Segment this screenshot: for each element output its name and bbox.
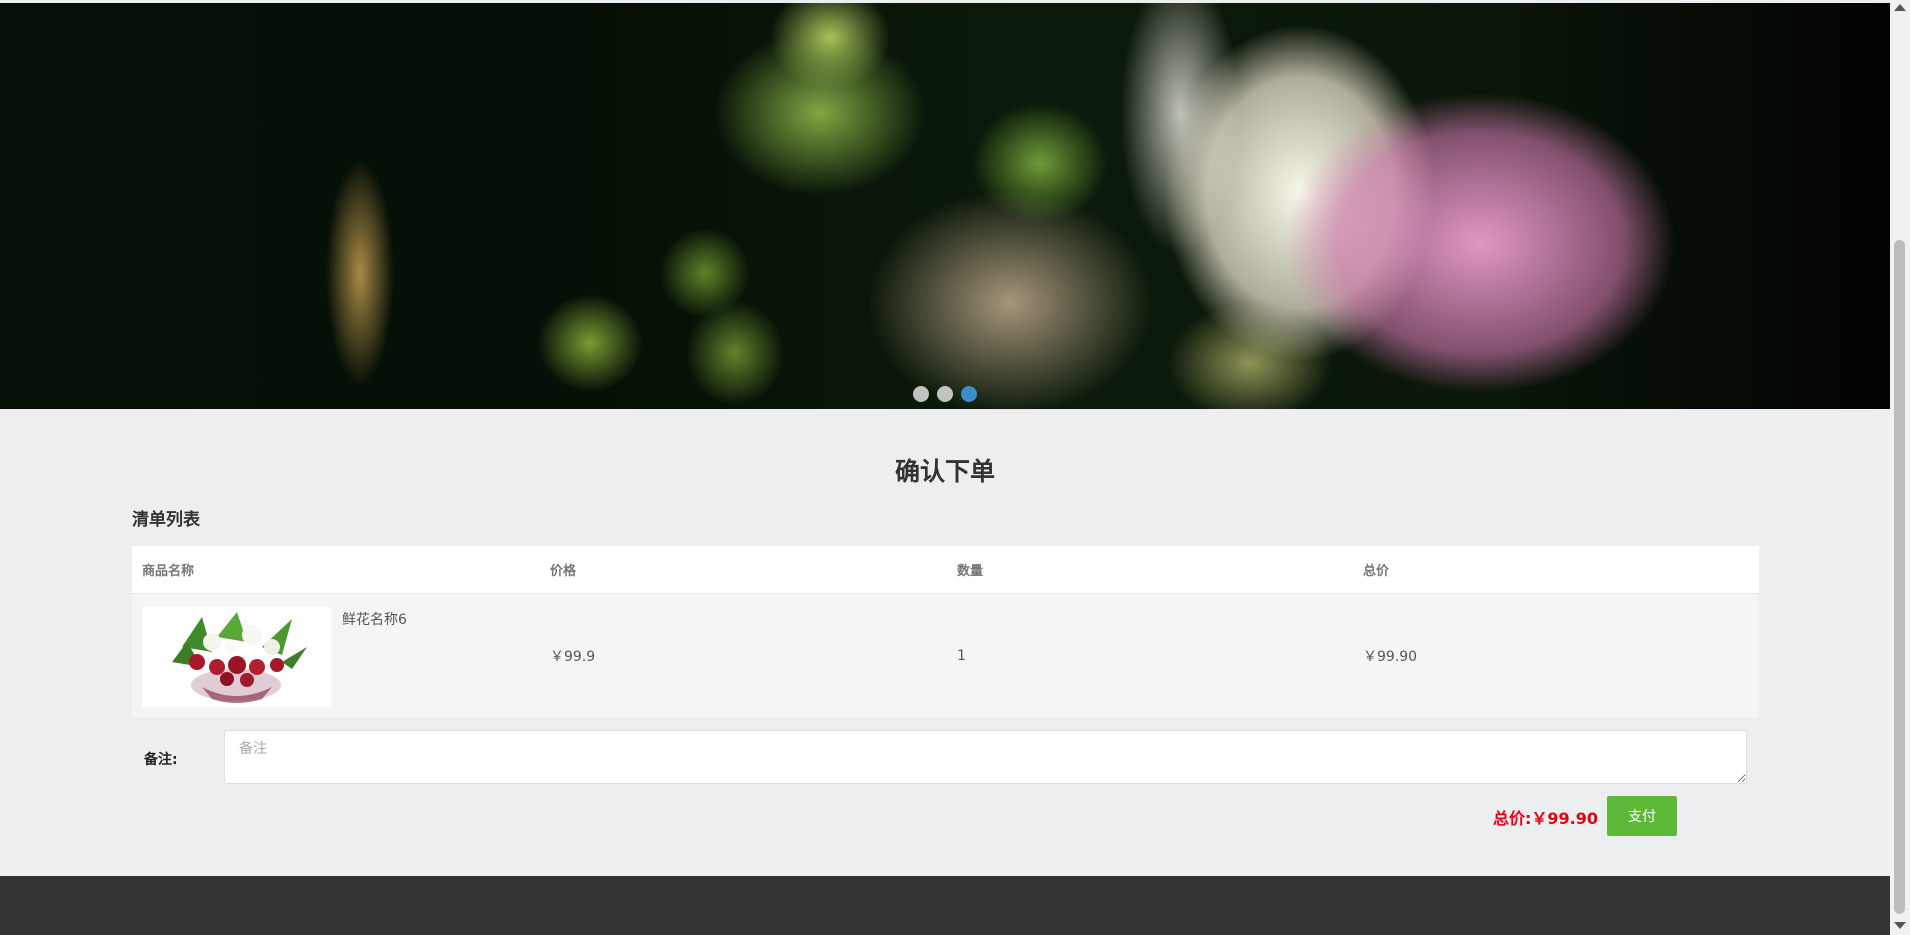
note-textarea[interactable] bbox=[224, 730, 1747, 784]
order-total-label: 总价: bbox=[1493, 809, 1532, 828]
pay-button[interactable]: 支付 bbox=[1607, 796, 1677, 836]
header-total: 总价 bbox=[1363, 564, 1390, 579]
carousel-dot-3[interactable] bbox=[961, 386, 977, 402]
quantity-cell: 1 bbox=[957, 648, 966, 664]
carousel-dot-2[interactable] bbox=[937, 386, 953, 402]
total-cell: ￥99.90 bbox=[1363, 649, 1418, 665]
price-cell: ￥99.9 bbox=[550, 649, 596, 665]
note-label: 备注: bbox=[144, 752, 178, 768]
order-total: 总价:￥99.90 bbox=[1493, 805, 1598, 829]
product-thumbnail[interactable] bbox=[142, 607, 331, 707]
scroll-down-arrow-icon[interactable] bbox=[1894, 922, 1906, 929]
header-quantity: 数量 bbox=[957, 564, 984, 579]
product-name[interactable]: 鲜花名称6 bbox=[342, 609, 407, 629]
carousel-indicators bbox=[913, 386, 977, 402]
page-title: 确认下单 bbox=[894, 457, 995, 486]
page-footer bbox=[0, 876, 1890, 935]
header-product-name: 商品名称 bbox=[142, 564, 195, 579]
product-cell: 鲜花名称6 bbox=[132, 594, 540, 718]
order-total-value: ￥99.90 bbox=[1531, 809, 1599, 828]
vertical-scrollbar[interactable] bbox=[1890, 0, 1910, 935]
scroll-up-arrow-icon[interactable] bbox=[1894, 4, 1906, 11]
list-subtitle: 清单列表 bbox=[132, 510, 200, 530]
bouquet-image bbox=[142, 607, 331, 707]
scrollbar-thumb[interactable] bbox=[1894, 240, 1905, 914]
banner-carousel bbox=[0, 3, 1890, 409]
header-price: 价格 bbox=[550, 564, 577, 579]
carousel-dot-1[interactable] bbox=[913, 386, 929, 402]
table-header: 商品名称 价格 数量 总价 bbox=[132, 546, 1759, 593]
order-table: 商品名称 价格 数量 总价 鲜花名称6 ￥99.9 1 ￥99.90 bbox=[132, 546, 1759, 718]
table-row: 鲜花名称6 ￥99.9 1 ￥99.90 bbox=[132, 593, 1759, 718]
